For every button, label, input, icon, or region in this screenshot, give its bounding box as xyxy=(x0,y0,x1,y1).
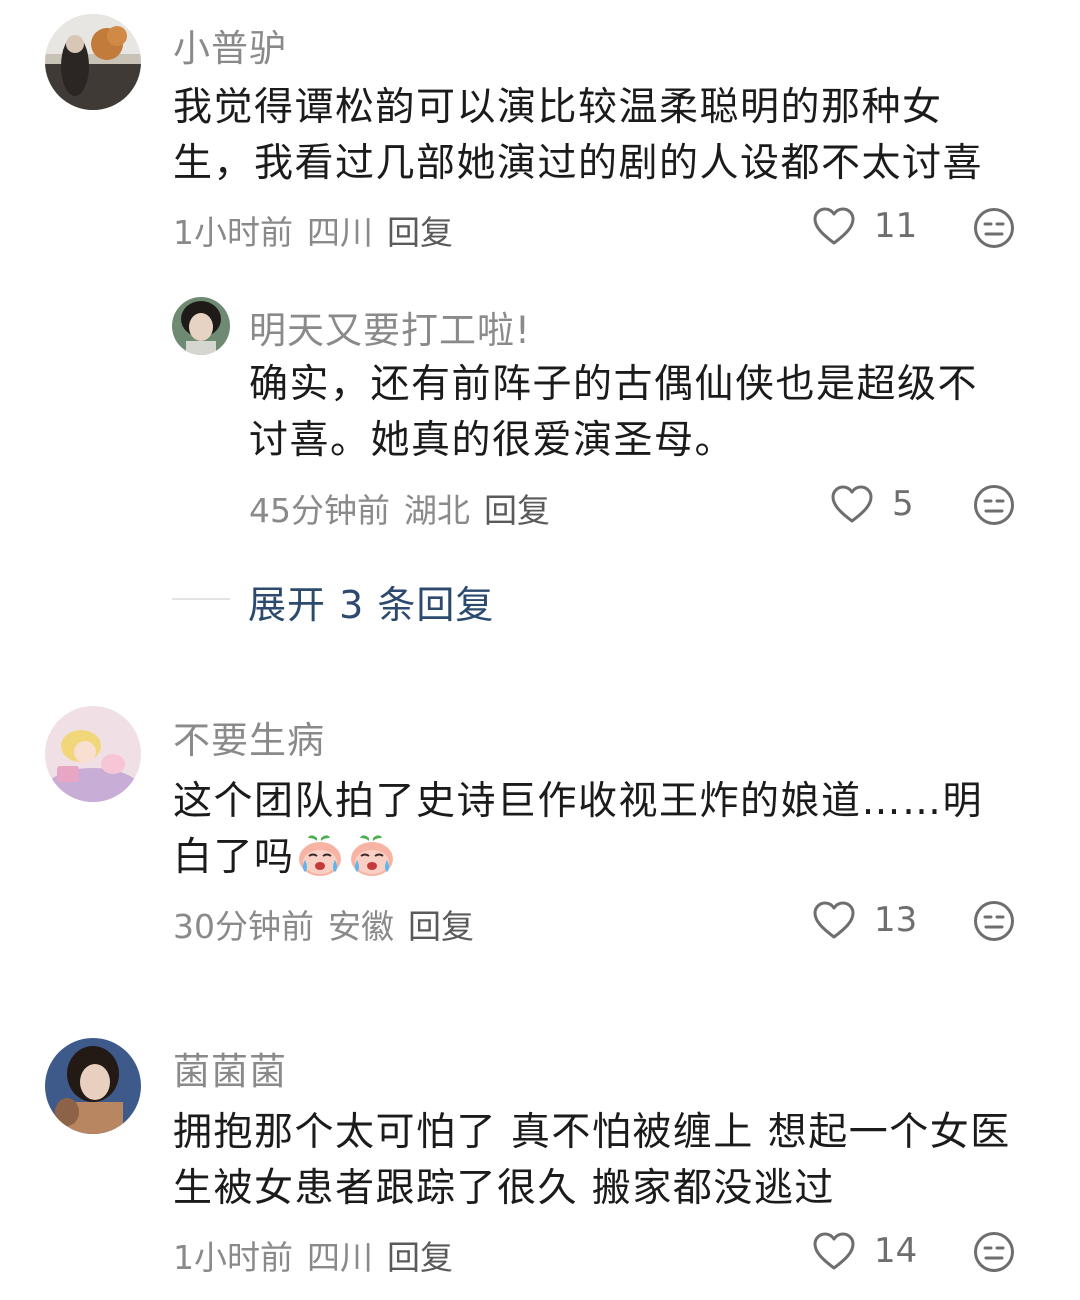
comment-meta: 30分钟前 安徽 回复 xyxy=(173,900,474,948)
reaction-button[interactable] xyxy=(973,484,1015,526)
reply-button[interactable]: 回复 xyxy=(387,1231,453,1279)
reaction-button[interactable] xyxy=(973,900,1015,942)
timestamp: 30分钟前 xyxy=(173,907,314,946)
comment-text-line-with-emoji: 白了吗 xyxy=(173,830,1053,886)
comment-text-line: 这个团队拍了史诗巨作收视王炸的娘道……明 xyxy=(173,779,984,824)
like-count: 11 xyxy=(874,206,918,246)
avatar[interactable] xyxy=(45,1038,141,1134)
like-button[interactable]: 11 xyxy=(812,206,917,246)
crying-peach-emoji xyxy=(350,835,393,876)
like-count: 13 xyxy=(874,900,918,940)
heart-outline-icon xyxy=(813,207,855,245)
heart-outline-icon xyxy=(813,1232,855,1270)
username[interactable]: 明天又要打工啦! xyxy=(249,300,531,354)
reaction-button[interactable] xyxy=(973,207,1015,249)
like-button[interactable]: 13 xyxy=(812,900,917,940)
comment-text-line: 拥抱那个太可怕了 真不怕被缠上 想起一个女医 xyxy=(173,1110,1011,1155)
comment-meta: 1小时前 四川 回复 xyxy=(173,206,453,254)
username[interactable]: 小普驴 xyxy=(173,18,287,72)
timestamp: 45分钟前 xyxy=(249,491,390,530)
neutral-face-icon xyxy=(974,485,1014,525)
like-button[interactable]: 14 xyxy=(812,1231,917,1271)
expand-divider xyxy=(172,598,230,600)
like-button[interactable]: 5 xyxy=(830,484,914,524)
timestamp: 1小时前 xyxy=(173,213,293,252)
timestamp: 1小时前 xyxy=(173,1238,293,1277)
comment-text: 这个团队拍了史诗巨作收视王炸的娘道……明 白了吗 xyxy=(173,774,1053,886)
reply-button[interactable]: 回复 xyxy=(484,484,550,532)
avatar[interactable] xyxy=(172,297,230,355)
username[interactable]: 菌菌菌 xyxy=(173,1041,287,1095)
avatar[interactable] xyxy=(45,14,141,110)
comment-text-line: 我觉得谭松韵可以演比较温柔聪明的那种女 xyxy=(173,85,943,130)
location: 四川 xyxy=(307,213,373,252)
comment-text-line: 生被女患者跟踪了很久 搬家都没逃过 xyxy=(173,1166,835,1211)
comment-text-line: 确实，还有前阵子的古偶仙侠也是超级不 xyxy=(249,362,979,407)
comment-text: 我觉得谭松韵可以演比较温柔聪明的那种女 生，我看过几部她演过的剧的人设都不太讨喜 xyxy=(173,80,1053,192)
reply-button[interactable]: 回复 xyxy=(408,900,474,948)
location: 安徽 xyxy=(328,907,394,946)
like-count: 14 xyxy=(874,1231,918,1271)
comment-meta: 1小时前 四川 回复 xyxy=(173,1231,453,1279)
expand-replies-button[interactable]: 展开 3 条回复 xyxy=(248,574,494,629)
comment-text-line: 讨喜。她真的很爱演圣母。 xyxy=(249,418,736,463)
avatar[interactable] xyxy=(45,706,141,802)
location: 四川 xyxy=(307,1238,373,1277)
like-count: 5 xyxy=(892,484,914,524)
comment-text: 确实，还有前阵子的古偶仙侠也是超级不 讨喜。她真的很爱演圣母。 xyxy=(249,357,1049,469)
reaction-button[interactable] xyxy=(973,1231,1015,1273)
heart-outline-icon xyxy=(831,485,873,523)
crying-peach-emoji xyxy=(298,835,341,876)
neutral-face-icon xyxy=(974,901,1014,941)
username[interactable]: 不要生病 xyxy=(173,710,325,764)
neutral-face-icon xyxy=(974,208,1014,248)
comment-text-fragment: 白了吗 xyxy=(173,835,295,880)
location: 湖北 xyxy=(404,491,470,530)
neutral-face-icon xyxy=(974,1232,1014,1272)
heart-outline-icon xyxy=(813,901,855,939)
comment-text: 拥抱那个太可怕了 真不怕被缠上 想起一个女医 生被女患者跟踪了很久 搬家都没逃过 xyxy=(173,1105,1063,1217)
comment-text-line: 生，我看过几部她演过的剧的人设都不太讨喜 xyxy=(173,141,984,186)
comment-meta: 45分钟前 湖北 回复 xyxy=(249,484,550,532)
reply-button[interactable]: 回复 xyxy=(387,206,453,254)
